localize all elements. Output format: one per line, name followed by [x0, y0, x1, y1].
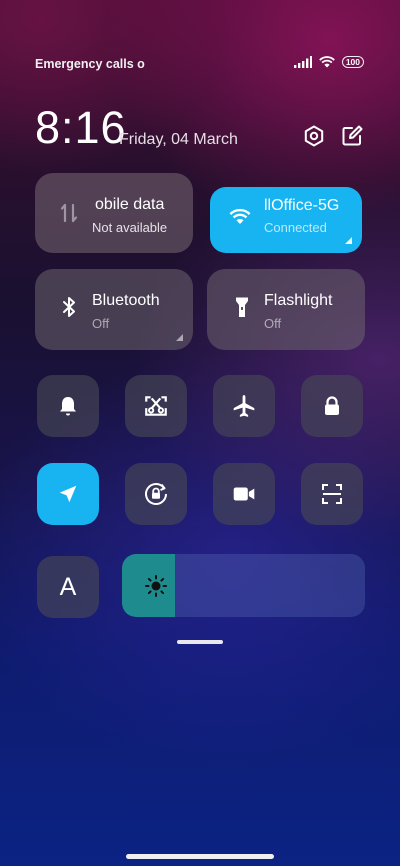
font-size-label: A — [59, 572, 77, 601]
wifi-network-name: llOffice-5G — [264, 197, 340, 214]
flashlight-icon — [236, 297, 248, 317]
toggle-screenshot[interactable] — [125, 375, 187, 437]
signal-icon — [293, 55, 312, 68]
carrier-text: Emergency calls o — [35, 57, 145, 71]
tile-wifi[interactable]: llOffice-5G Connected — [210, 187, 362, 253]
toggle-location[interactable] — [37, 463, 99, 525]
wifi-status-icon — [318, 56, 335, 68]
wifi-expand-corner[interactable] — [345, 237, 352, 244]
tile-bluetooth[interactable]: Bluetooth Off — [35, 269, 193, 350]
toggle-rotation-lock[interactable] — [125, 463, 187, 525]
location-icon — [59, 485, 77, 503]
mobile-data-title: obile data — [95, 196, 165, 213]
rotation-lock-icon — [145, 483, 167, 505]
font-size-button[interactable]: A — [37, 556, 99, 618]
lock-icon — [325, 396, 339, 415]
edit-icon[interactable] — [340, 124, 364, 148]
flashlight-status: Off — [264, 316, 282, 331]
scan-icon — [322, 484, 342, 504]
mobile-data-status: Not available — [92, 220, 168, 235]
battery-indicator: 100 — [341, 55, 364, 68]
date: Friday, 04 March — [119, 131, 238, 148]
mobile-data-icon — [60, 203, 78, 223]
toggle-airplane-mode[interactable] — [213, 375, 275, 437]
sun-icon — [145, 575, 167, 597]
flashlight-title: Flashlight — [264, 292, 333, 309]
screenshot-icon — [145, 396, 167, 416]
bell-icon — [60, 397, 76, 416]
clock: 8:16 — [35, 102, 127, 153]
bluetooth-title: Bluetooth — [92, 292, 160, 309]
video-camera-icon — [233, 487, 255, 501]
status-icons: 100 — [293, 55, 364, 68]
tile-flashlight[interactable]: Flashlight Off — [207, 269, 365, 350]
brightness-slider[interactable] — [122, 554, 365, 617]
toggle-lock-screen[interactable] — [301, 375, 363, 437]
gesture-navigation-bar[interactable] — [126, 854, 274, 859]
wifi-status: Connected — [264, 220, 327, 235]
status-bar: Emergency calls o 100 — [35, 55, 364, 73]
bluetooth-icon — [63, 297, 75, 317]
wifi-icon — [229, 208, 251, 224]
tile-mobile-data[interactable]: obile data Not available — [35, 173, 193, 253]
toggle-screen-recorder[interactable] — [213, 463, 275, 525]
toggle-silent[interactable] — [37, 375, 99, 437]
settings-icon[interactable] — [302, 124, 326, 148]
airplane-icon — [233, 395, 255, 417]
toggle-scanner[interactable] — [301, 463, 363, 525]
panel-drag-handle[interactable] — [177, 640, 223, 644]
bluetooth-expand-corner[interactable] — [176, 334, 183, 341]
bluetooth-status: Off — [92, 316, 110, 331]
